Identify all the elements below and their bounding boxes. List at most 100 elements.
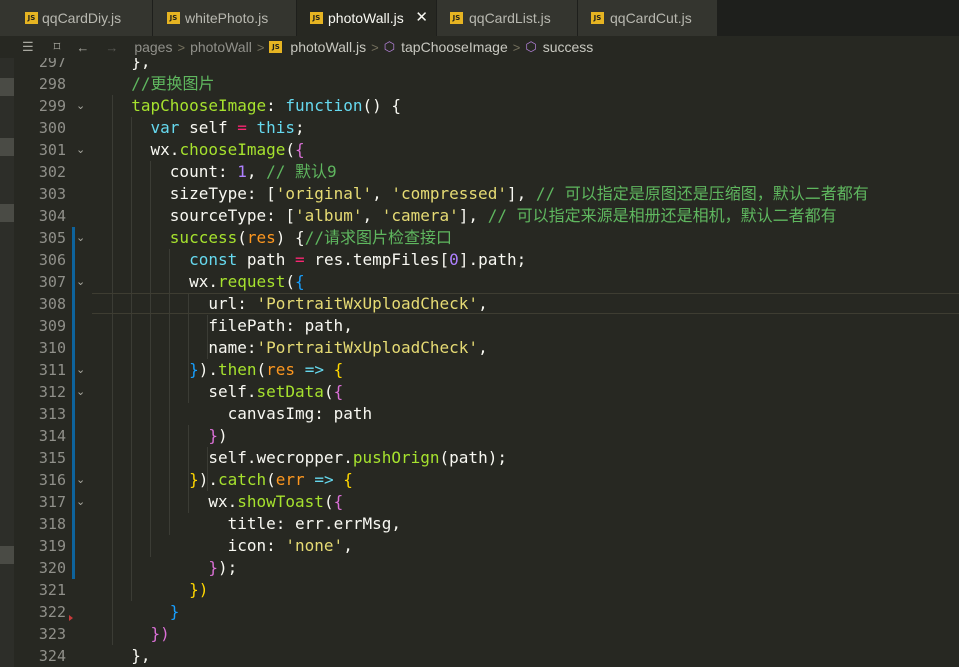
code-line[interactable]: 324 },: [14, 645, 959, 667]
code-line[interactable]: 315 self.wecropper.pushOrign(path);: [14, 447, 959, 469]
line-number: 297: [38, 58, 66, 71]
code-token: wx: [208, 492, 228, 511]
code-line[interactable]: 303 sizeType: ['original', 'compressed']…: [14, 183, 959, 205]
git-modified-indicator[interactable]: [72, 447, 75, 469]
git-modified-indicator[interactable]: [72, 557, 75, 579]
git-modified-indicator[interactable]: [72, 425, 75, 447]
close-tab-icon[interactable]: ✕: [415, 8, 428, 26]
code-line[interactable]: 314 }): [14, 425, 959, 447]
code-token: :: [266, 96, 286, 115]
breadcrumb-item-method[interactable]: tapChooseImage: [401, 39, 508, 55]
git-modified-indicator[interactable]: [72, 535, 75, 557]
code-text: tapChooseImage: function() {: [112, 95, 401, 117]
back-arrow-icon[interactable]: ←: [76, 40, 89, 55]
fold-chevron-icon[interactable]: ⌄: [76, 491, 85, 513]
line-number: 323: [38, 625, 66, 643]
git-modified-indicator[interactable]: [72, 469, 75, 491]
code-token: sizeType: [169, 184, 247, 203]
code-token: wx: [150, 140, 170, 159]
code-token: : path,: [285, 316, 353, 335]
fold-chevron-icon[interactable]: ⌄: [76, 95, 85, 117]
git-modified-indicator[interactable]: [72, 249, 75, 271]
git-modified-indicator[interactable]: [72, 381, 75, 403]
code-text: },: [112, 645, 150, 667]
git-modified-indicator[interactable]: [72, 359, 75, 381]
code-line[interactable]: 319 icon: 'none',: [14, 535, 959, 557]
code-line[interactable]: 323 }): [14, 623, 959, 645]
tab-photowall[interactable]: JS photoWall.js ✕: [297, 0, 437, 36]
forward-arrow-icon[interactable]: →: [105, 40, 118, 55]
line-number: 305: [38, 229, 66, 247]
code-line[interactable]: 307 ⌄ wx.request({: [14, 271, 959, 293]
code-line[interactable]: 313 canvasImg: path: [14, 403, 959, 425]
git-modified-indicator[interactable]: [72, 337, 75, 359]
list-icon[interactable]: ☰: [22, 39, 34, 55]
code-line[interactable]: 298 //更换图片: [14, 73, 959, 95]
code-token: res: [266, 360, 296, 379]
code-text: wx.showToast({: [112, 491, 343, 513]
code-line[interactable]: 305 ⌄ success(res) {//请求图片检查接口: [14, 227, 959, 249]
git-modified-indicator[interactable]: [72, 227, 75, 249]
breadcrumb-item-pages[interactable]: pages: [134, 39, 172, 55]
tab-whitephoto[interactable]: JS whitePhoto.js: [153, 0, 297, 36]
line-number: 307: [38, 273, 66, 291]
code-line[interactable]: 297 },: [14, 58, 959, 73]
code-token: ;: [295, 118, 305, 137]
code-token: : [: [246, 184, 276, 203]
breadcrumb-item-file[interactable]: photoWall.js: [290, 39, 366, 55]
code-token: (: [256, 360, 267, 379]
git-modified-indicator[interactable]: [72, 271, 75, 293]
fold-chevron-icon[interactable]: ⌄: [76, 381, 85, 403]
git-modified-indicator[interactable]: [72, 293, 75, 315]
code-line[interactable]: 304 sourceType: ['album', 'camera'], // …: [14, 205, 959, 227]
code-token: ): [217, 426, 228, 445]
tab-qqcardcut[interactable]: JS qqCardCut.js: [578, 0, 718, 36]
line-number: 315: [38, 449, 66, 467]
breadcrumb-item-photowall-folder[interactable]: photoWall: [190, 39, 252, 55]
tab-label: photoWall.js: [328, 10, 404, 26]
code-line[interactable]: 320 });: [14, 557, 959, 579]
code-text: icon: 'none',: [112, 535, 353, 557]
code-token: url: [208, 294, 238, 313]
fold-chevron-icon[interactable]: ⌄: [76, 469, 85, 491]
git-deleted-indicator[interactable]: [69, 615, 73, 621]
fold-chevron-icon[interactable]: ⌄: [76, 271, 85, 293]
tab-qqcarddiy[interactable]: JS qqCardDiy.js: [0, 0, 153, 36]
git-modified-indicator[interactable]: [72, 403, 75, 425]
tab-qqcardlist[interactable]: JS qqCardList.js: [437, 0, 578, 36]
fold-chevron-icon[interactable]: ⌄: [76, 359, 85, 381]
git-modified-indicator[interactable]: [72, 513, 75, 535]
code-token: .: [246, 382, 257, 401]
code-line[interactable]: 322 }: [14, 601, 959, 623]
code-line[interactable]: 316 ⌄ }).catch(err => {: [14, 469, 959, 491]
fold-chevron-icon[interactable]: ⌄: [76, 227, 85, 249]
code-line[interactable]: 300 var self = this;: [14, 117, 959, 139]
code-token: =>: [314, 470, 334, 489]
git-modified-indicator[interactable]: [72, 315, 75, 337]
bookmark-icon[interactable]: ⌑: [54, 39, 61, 55]
code-line[interactable]: 301 ⌄ wx.chooseImage({: [14, 139, 959, 161]
code-line[interactable]: 309 filePath: path,: [14, 315, 959, 337]
code-line[interactable]: 310 name:'PortraitWxUploadCheck',: [14, 337, 959, 359]
code-line[interactable]: 306 const path = res.tempFiles[0].path;: [14, 249, 959, 271]
code-line[interactable]: 321 }): [14, 579, 959, 601]
breadcrumb: ☰ ⌑ ← → pages > photoWall > JS photoWall…: [0, 36, 959, 58]
code-line[interactable]: 308 url: 'PortraitWxUploadCheck',: [14, 293, 959, 315]
code-editor[interactable]: 297 }, 298 //更换图片 299 ⌄ tapChooseImage: fun…: [14, 58, 959, 667]
code-line[interactable]: 318 title: err.errMsg,: [14, 513, 959, 535]
code-line[interactable]: 311 ⌄ }).then(res => {: [14, 359, 959, 381]
code-line[interactable]: 317 ⌄ wx.showToast({: [14, 491, 959, 513]
code-token: pushOrign: [352, 448, 440, 467]
breadcrumb-item-success[interactable]: success: [543, 39, 594, 55]
git-modified-indicator[interactable]: [72, 491, 75, 513]
code-token: (: [323, 492, 334, 511]
fold-chevron-icon[interactable]: ⌄: [76, 139, 85, 161]
code-line[interactable]: 302 count: 1, // 默认9: [14, 161, 959, 183]
code-line[interactable]: 299 ⌄ tapChooseImage: function() {: [14, 95, 959, 117]
code-line[interactable]: 312 ⌄ self.setData({: [14, 381, 959, 403]
